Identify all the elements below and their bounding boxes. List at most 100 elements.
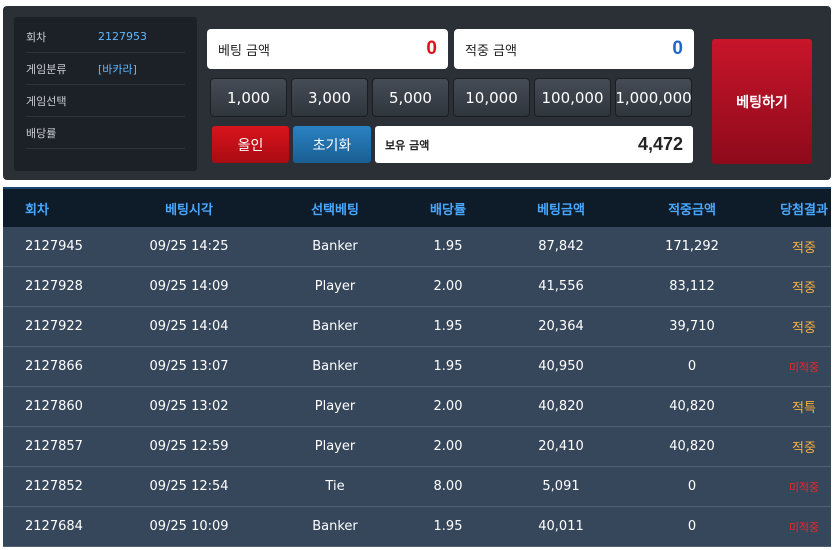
cell-odds: 2.00: [433, 399, 463, 414]
cell-odds: 2.00: [433, 279, 463, 294]
cell-selection: Banker: [312, 239, 358, 254]
cell-odds: 1.95: [433, 319, 463, 334]
cell-win-amount: 0: [687, 519, 697, 534]
cell-bet-amount: 87,842: [538, 239, 584, 254]
cell-result: 미적중: [788, 480, 820, 494]
cell-win-amount: 171,292: [665, 239, 719, 254]
info-label: 배당률: [26, 126, 57, 140]
cell-bet-amount: 20,410: [538, 439, 584, 454]
cell-bet-amount: 41,556: [538, 279, 584, 294]
info-label: 게임선택: [26, 94, 67, 108]
cell-bet-time: 09/25 13:07: [149, 359, 229, 374]
bet-amount-field: 베팅 금액 0: [207, 29, 448, 69]
info-label: 게임분류: [26, 62, 67, 76]
cell-win-amount: 39,710: [669, 319, 715, 334]
header-result: 당첨결과: [780, 202, 828, 218]
round-number: 2127953: [98, 30, 147, 43]
cell-selection: Tie: [325, 479, 345, 494]
balance-label: 보유 금액: [385, 138, 430, 152]
chip-10000-button[interactable]: 10,000: [453, 78, 530, 117]
cell-result: 적중: [792, 241, 816, 256]
cell-round: 2127866: [25, 359, 83, 374]
balance-field: 보유 금액 4,472: [375, 126, 693, 163]
all-in-button[interactable]: 올인: [212, 126, 289, 163]
chip-1000000-button[interactable]: 1,000,000: [615, 78, 692, 117]
cell-selection: Banker: [312, 359, 358, 374]
cell-round: 2127860: [25, 399, 83, 414]
place-bet-button[interactable]: 베팅하기: [712, 39, 812, 164]
cell-win-amount: 0: [687, 359, 697, 374]
header-bet-time: 베팅시각: [165, 202, 213, 218]
cell-selection: Player: [314, 279, 356, 294]
cell-odds: 8.00: [433, 479, 463, 494]
cell-bet-time: 09/25 14:04: [149, 319, 229, 334]
cell-selection: Banker: [312, 519, 358, 534]
win-amount-label: 적중 금액: [465, 43, 517, 59]
info-row-odds: 배당률: [26, 117, 185, 149]
cell-odds: 2.00: [433, 439, 463, 454]
table-row: 2127684 09/25 10:09 Banker 1.95 40,011 0 미적중: [3, 507, 831, 547]
cell-result: 적중: [792, 281, 816, 296]
cell-selection: Player: [314, 399, 356, 414]
win-amount-value: 0: [672, 38, 683, 59]
cell-odds: 1.95: [433, 359, 463, 374]
table-row: 2127945 09/25 14:25 Banker 1.95 87,842 171,29…: [3, 227, 831, 267]
cell-bet-amount: 40,820: [538, 399, 584, 414]
info-row-selection: 게임선택: [26, 85, 185, 117]
cell-round: 2127922: [25, 319, 83, 334]
win-amount-field: 적중 금액 0: [454, 29, 694, 69]
table-header: 회차 베팅시각 선택베팅 배당률 베팅금액 적중금액 당첨결과: [3, 187, 831, 227]
game-category: [바카라]: [98, 62, 137, 76]
header-bet-amount: 베팅금액: [537, 202, 585, 218]
cell-bet-amount: 20,364: [538, 319, 584, 334]
table-row: 2127857 09/25 12:59 Player 2.00 20,410 40,820…: [3, 427, 831, 467]
table-row: 2127866 09/25 13:07 Banker 1.95 40,950 0 미적중: [3, 347, 831, 387]
cell-bet-time: 09/25 13:02: [149, 399, 229, 414]
cell-bet-time: 09/25 12:59: [149, 439, 229, 454]
cell-selection: Banker: [312, 319, 358, 334]
header-win-amount: 적중금액: [668, 202, 716, 218]
cell-result: 적중: [792, 321, 816, 336]
cell-round: 2127857: [25, 439, 83, 454]
header-selection: 선택베팅: [311, 202, 359, 218]
header-odds: 배당률: [430, 202, 466, 218]
cell-result: 미적중: [788, 520, 820, 534]
chip-5000-button[interactable]: 5,000: [372, 78, 449, 117]
cell-round: 2127684: [25, 519, 83, 534]
info-row-category: 게임분류 [바카라]: [26, 53, 185, 85]
reset-button[interactable]: 초기화: [293, 126, 371, 163]
bet-amount-label: 베팅 금액: [218, 43, 270, 59]
cell-win-amount: 40,820: [669, 399, 715, 414]
header-round: 회차: [25, 202, 49, 218]
cell-round: 2127945: [25, 239, 83, 254]
bet-history-table: 회차 베팅시각 선택베팅 배당률 베팅금액 적중금액 당첨결과 2127945 0…: [3, 187, 831, 547]
cell-bet-time: 09/25 14:09: [149, 279, 229, 294]
info-label: 회차: [26, 30, 47, 44]
cell-odds: 1.95: [433, 239, 463, 254]
betting-panel: 회차 2127953 게임분류 [바카라] 게임선택 배당률 베팅 금액 0 적…: [3, 6, 831, 180]
info-row-round: 회차 2127953: [26, 21, 185, 53]
cell-bet-amount: 5,091: [542, 479, 580, 494]
cell-bet-amount: 40,011: [538, 519, 584, 534]
chip-100000-button[interactable]: 100,000: [534, 78, 611, 117]
cell-result: 미적중: [788, 360, 820, 374]
chip-1000-button[interactable]: 1,000: [210, 78, 287, 117]
table-row: 2127852 09/25 12:54 Tie 8.00 5,091 0 미적중: [3, 467, 831, 507]
balance-value: 4,472: [637, 134, 683, 154]
chip-3000-button[interactable]: 3,000: [291, 78, 368, 117]
table-row: 2127922 09/25 14:04 Banker 1.95 20,364 39,710…: [3, 307, 831, 347]
table-body: 2127945 09/25 14:25 Banker 1.95 87,842 171,29…: [3, 227, 831, 547]
cell-bet-time: 09/25 10:09: [149, 519, 229, 534]
cell-result: 적중: [792, 441, 816, 456]
cell-round: 2127928: [25, 279, 83, 294]
cell-round: 2127852: [25, 479, 83, 494]
cell-bet-time: 09/25 14:25: [149, 239, 229, 254]
round-info: 회차 2127953 게임분류 [바카라] 게임선택 배당률: [14, 17, 197, 171]
cell-bet-time: 09/25 12:54: [149, 479, 229, 494]
cell-win-amount: 83,112: [669, 279, 715, 294]
bet-amount-value: 0: [426, 38, 437, 59]
cell-bet-amount: 40,950: [538, 359, 584, 374]
table-row: 2127928 09/25 14:09 Player 2.00 41,556 83,112…: [3, 267, 831, 307]
table-row: 2127860 09/25 13:02 Player 2.00 40,820 40,820…: [3, 387, 831, 427]
cell-odds: 1.95: [433, 519, 463, 534]
